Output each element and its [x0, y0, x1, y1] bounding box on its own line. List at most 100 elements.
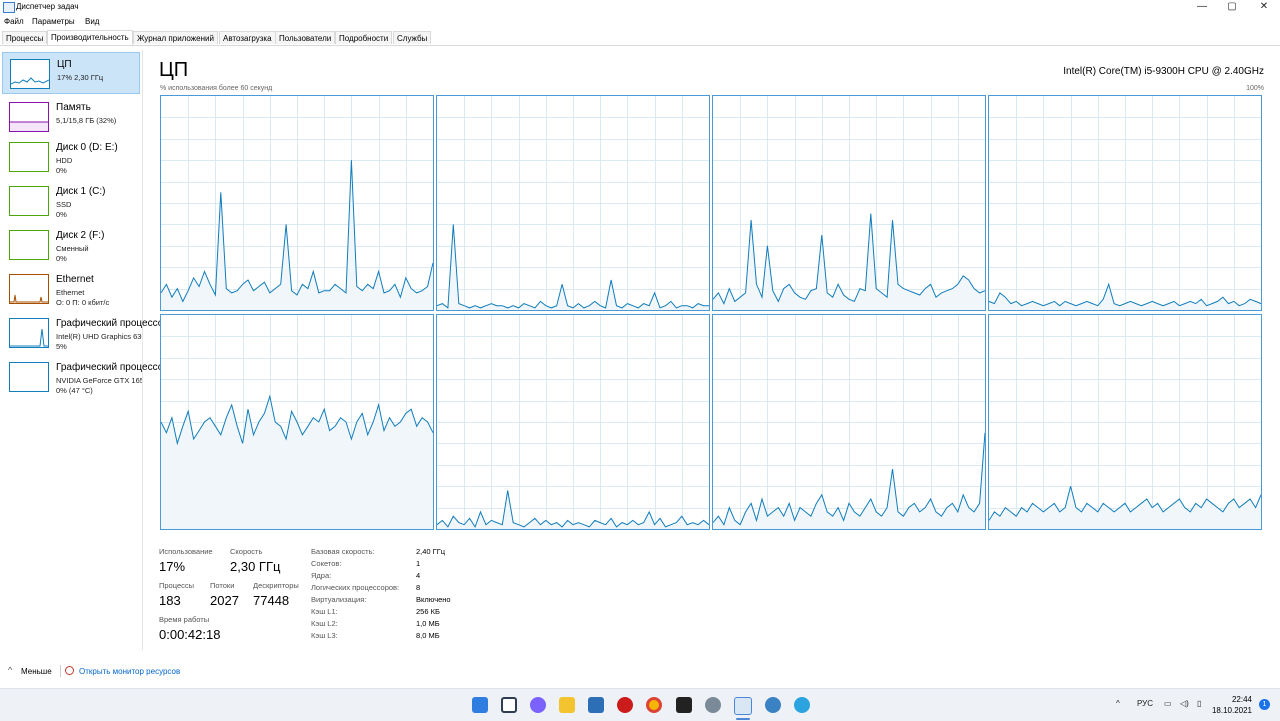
open-resource-monitor-link[interactable]: Открыть монитор ресурсов: [79, 667, 180, 676]
taskbar: ^ РУС ▭ ◁) ▯ 22:44 18.10.2021 1: [0, 688, 1280, 721]
tab-details[interactable]: Подробности: [335, 31, 393, 44]
sidebar-item-memory[interactable]: Память 5,1/15,8 ГБ (32%): [2, 96, 140, 138]
sidebar-item-title: Диск 1 (C:): [56, 186, 106, 197]
sidebar-item-value: 0%: [56, 166, 67, 175]
sidebar-item-title: Диск 0 (D: E:): [56, 142, 118, 153]
threads-label: Потоки: [210, 581, 235, 590]
title-bar: Диспетчер задач — ▢ ✕: [0, 0, 1280, 15]
sidebar-item-title: Память: [56, 102, 91, 113]
tab-services[interactable]: Службы: [393, 31, 432, 44]
tab-app-history[interactable]: Журнал приложений: [133, 31, 218, 44]
graph-axis-label: % использования более 60 секунд: [160, 85, 273, 92]
close-button[interactable]: ✕: [1250, 0, 1278, 15]
sidebar-item-value: О: 0 П: 0 кбит/с: [56, 298, 110, 307]
logical-processor-graph: [436, 314, 710, 530]
disk-thumbnail-graph: [9, 142, 49, 172]
tab-startup[interactable]: Автозагрузка: [219, 31, 276, 44]
telegram-icon[interactable]: [794, 697, 810, 713]
cpu-model-name: Intel(R) Core(TM) i5-9300H CPU @ 2.40GHz: [1063, 66, 1264, 77]
logical-processor-graph: [160, 314, 434, 530]
sidebar-item-disk-2[interactable]: Диск 2 (F:) Сменный 0%: [2, 224, 140, 266]
battery-icon[interactable]: ▯: [1197, 699, 1201, 708]
tab-processes[interactable]: Процессы: [2, 31, 48, 44]
clock-time: 22:44: [1231, 695, 1252, 704]
processes-label: Процессы: [159, 581, 195, 590]
volume-icon[interactable]: ◁): [1180, 699, 1189, 708]
store-icon[interactable]: [588, 697, 604, 713]
logical-processor-graph: [436, 95, 710, 311]
sidebar-item-gpu-1[interactable]: Графический процессор 1 NVIDIA GeForce G…: [2, 356, 177, 398]
processes-value: 183: [159, 593, 181, 608]
task-view-icon[interactable]: [501, 697, 517, 713]
tray-chevron-icon[interactable]: ^: [1116, 699, 1120, 708]
keyboard-language[interactable]: РУС: [1137, 699, 1153, 708]
info-key: Кэш L1:: [311, 607, 338, 616]
sidebar-item-gpu-0[interactable]: Графический процессор 0 Intel(R) UHD Gra…: [2, 312, 177, 354]
tab-performance[interactable]: Производительность: [47, 30, 133, 45]
info-value: 8: [416, 583, 421, 592]
sidebar-item-title: Ethernet: [56, 274, 94, 285]
minimize-button[interactable]: —: [1188, 0, 1216, 15]
task-manager-app-icon: [3, 2, 15, 13]
divider: [60, 665, 61, 677]
menu-view[interactable]: Вид: [85, 17, 99, 26]
maximize-button[interactable]: ▢: [1218, 0, 1246, 15]
tab-users[interactable]: Пользователи: [275, 31, 336, 44]
sidebar-item-detail: SSD: [56, 200, 72, 209]
sidebar-item-value: 0%: [56, 254, 67, 263]
resource-monitor-icon[interactable]: [65, 666, 74, 675]
page-title: ЦП: [159, 59, 189, 81]
clock-date: 18.10.2021: [1211, 706, 1252, 715]
handles-value: 77448: [253, 593, 290, 608]
sidebar-item-detail: 5,1/15,8 ГБ (32%): [56, 116, 117, 125]
resource-sidebar: ЦП 17% 2,30 ГГц Память 5,1/15,8 ГБ (32%)…: [0, 50, 177, 650]
settings-icon[interactable]: [705, 697, 721, 713]
sidebar-item-ethernet[interactable]: Ethernet Ethernet О: 0 П: 0 кбит/с: [2, 268, 140, 310]
sidebar-item-value: 0%: [56, 210, 67, 219]
sidebar-item-disk-0[interactable]: Диск 0 (D: E:) HDD 0%: [2, 136, 140, 178]
window-title: Диспетчер задач: [16, 2, 79, 11]
opera-icon[interactable]: [617, 697, 633, 713]
cpu-thumbnail-graph: [10, 59, 50, 89]
info-value: Включено: [416, 595, 451, 604]
sidebar-item-cpu[interactable]: ЦП 17% 2,30 ГГц: [2, 52, 140, 94]
sidebar-item-detail: Сменный: [56, 244, 89, 253]
sidebar-item-value: 0% (47 °C): [56, 386, 93, 395]
chevron-up-icon[interactable]: ^: [8, 665, 12, 675]
info-value: 4: [416, 571, 421, 580]
menu-options[interactable]: Параметры: [32, 17, 75, 26]
logical-processor-graph: [988, 95, 1262, 311]
app-icon[interactable]: [765, 697, 781, 713]
task-manager-icon[interactable]: [734, 697, 752, 715]
info-value: 256 КБ: [416, 607, 440, 616]
logical-processor-graphs: [160, 95, 1264, 530]
file-explorer-icon[interactable]: [559, 697, 575, 713]
speed-value: 2,30 ГГц: [230, 559, 281, 574]
sidebar-item-title: ЦП: [57, 59, 72, 70]
ethernet-thumbnail-graph: [9, 274, 49, 304]
notification-badge[interactable]: 1: [1259, 699, 1270, 710]
menu-file[interactable]: Файл: [4, 17, 24, 26]
start-icon[interactable]: [472, 697, 488, 713]
info-value: 8,0 МБ: [416, 631, 440, 640]
info-key: Кэш L3:: [311, 631, 338, 640]
notion-icon[interactable]: [676, 697, 692, 713]
info-key: Сокетов:: [311, 559, 342, 568]
info-key: Ядра:: [311, 571, 332, 580]
network-icon[interactable]: ▭: [1164, 699, 1172, 708]
fewer-details-link[interactable]: Меньше: [21, 667, 52, 676]
gpu-thumbnail-graph: [9, 362, 49, 392]
sidebar-item-title: Графический процессор 1: [56, 362, 178, 373]
speed-label: Скорость: [230, 547, 263, 556]
threads-value: 2027: [210, 593, 239, 608]
sidebar-item-disk-1[interactable]: Диск 1 (C:) SSD 0%: [2, 180, 140, 222]
sidebar-item-title: Графический процессор 0: [56, 318, 178, 329]
sidebar-item-title: Диск 2 (F:): [56, 230, 105, 241]
system-clock[interactable]: 22:44 18.10.2021: [1212, 694, 1252, 716]
chat-icon[interactable]: [530, 697, 546, 713]
chrome-icon[interactable]: [646, 697, 662, 713]
handles-label: Дескрипторы: [253, 581, 299, 590]
sidebar-item-detail: 17% 2,30 ГГц: [57, 73, 104, 82]
disk-thumbnail-graph: [9, 230, 49, 260]
uptime-value: 0:00:42:18: [159, 627, 221, 642]
